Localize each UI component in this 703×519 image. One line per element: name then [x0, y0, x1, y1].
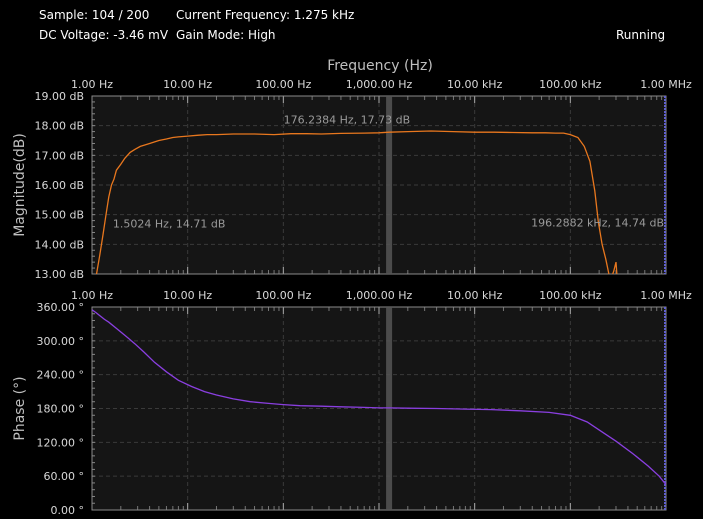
phase-y-tick-label: 60.00 ° [44, 470, 85, 483]
phase-y-tick-label: 120.00 ° [37, 436, 85, 449]
magnitude-chart-title: Frequency (Hz) [327, 58, 433, 74]
magnitude-y-tick-label: 19.00 dB [34, 90, 84, 103]
magnitude-marker-label: 1.5024 Hz, 14.71 dB [113, 217, 226, 230]
magnitude-x-tick-label: 1.00 MHz [640, 78, 692, 91]
phase-x-tick-label: 1.00 MHz [640, 289, 692, 302]
phase-x-tick-label: 100.00 Hz [255, 289, 311, 302]
phase-y-tick-label: 360.00 ° [37, 301, 85, 314]
magnitude-y-tick-label: 17.00 dB [34, 149, 84, 162]
magnitude-x-tick-label: 10.00 Hz [163, 78, 212, 91]
phase-y-axis-label: Phase (°) [12, 376, 28, 440]
magnitude-x-tick-label: 100.00 kHz [539, 78, 602, 91]
phase-plot: 1.00 Hz 10.00 Hz 100.00 Hz 1,000.00 Hz 10.00… [12, 289, 692, 517]
magnitude-x-tick-label: 1,000.00 Hz [346, 78, 413, 91]
phase-y-tick-label: 240.00 ° [37, 369, 85, 382]
phase-x-tick-label: 10.00 kHz [447, 289, 503, 302]
phase-y-tick-label: 0.00 ° [51, 504, 85, 517]
magnitude-y-tick-label: 15.00 dB [34, 209, 84, 222]
magnitude-x-tick-label: 100.00 Hz [255, 78, 311, 91]
magnitude-y-tick-label: 14.00 dB [34, 238, 84, 251]
phase-x-tick-label: 10.00 Hz [163, 289, 212, 302]
magnitude-y-tick-label: 13.00 dB [34, 268, 84, 281]
phase-x-tick-label: 100.00 kHz [539, 289, 602, 302]
magnitude-y-axis-label: Magnitude(dB) [12, 133, 28, 237]
phase-y-tick-label: 180.00 ° [37, 403, 85, 416]
phase-x-tick-label: 1,000.00 Hz [346, 289, 413, 302]
magnitude-marker-label: 196.2882 kHz, 14.74 dB [531, 216, 664, 229]
magnitude-x-tick-label: 10.00 kHz [447, 78, 503, 91]
magnitude-marker-label: 176.2384 Hz, 17.73 dB [284, 114, 411, 127]
phase-y-tick-label: 300.00 ° [37, 335, 85, 348]
bode-plot[interactable]: 1.00 Hz 10.00 Hz 100.00 Hz 1,000.00 Hz 10.00… [0, 0, 703, 519]
magnitude-y-tick-label: 18.00 dB [34, 120, 84, 133]
magnitude-plot: 1.00 Hz 10.00 Hz 100.00 Hz 1,000.00 Hz 10.00… [12, 58, 692, 281]
magnitude-y-tick-label: 16.00 dB [34, 179, 84, 192]
